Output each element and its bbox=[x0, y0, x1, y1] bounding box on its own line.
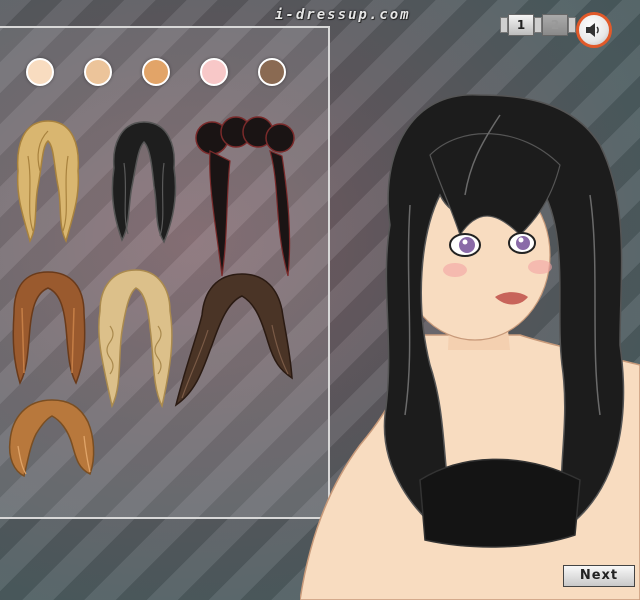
skin-tone-swatch-1[interactable] bbox=[26, 58, 54, 86]
page-nav: 1 2 bbox=[500, 14, 576, 36]
page-nav-divider bbox=[534, 17, 542, 33]
skin-tone-swatch-4[interactable] bbox=[200, 58, 228, 86]
page-nav-right-cap bbox=[568, 17, 576, 33]
speaker-icon bbox=[586, 23, 599, 37]
hairstyle-light-brown-bob[interactable] bbox=[4, 396, 99, 481]
hairstyle-auburn-straight[interactable] bbox=[6, 268, 91, 388]
page-nav-left-cap bbox=[500, 17, 508, 33]
skin-tone-swatch-3[interactable] bbox=[142, 58, 170, 86]
page-1-button[interactable]: 1 bbox=[508, 14, 534, 36]
dressup-model bbox=[300, 94, 640, 600]
hairstyle-brown-side-swept[interactable] bbox=[172, 270, 297, 410]
hairstyle-black-long-wavy[interactable] bbox=[102, 118, 182, 248]
skin-tone-swatch-2[interactable] bbox=[84, 58, 112, 86]
page-2-button[interactable]: 2 bbox=[542, 14, 568, 36]
hairstyle-panel bbox=[0, 26, 330, 519]
hairstyle-blonde-long-wavy[interactable] bbox=[8, 116, 88, 246]
site-logo: i-dressup.com bbox=[275, 7, 411, 23]
hairstyle-blonde-curly[interactable] bbox=[92, 266, 177, 411]
hairstyle-black-buns-pigtails[interactable] bbox=[190, 116, 300, 281]
sound-toggle-button[interactable] bbox=[576, 12, 612, 48]
next-button[interactable]: Next bbox=[563, 565, 635, 587]
skin-tone-swatch-5[interactable] bbox=[258, 58, 286, 86]
